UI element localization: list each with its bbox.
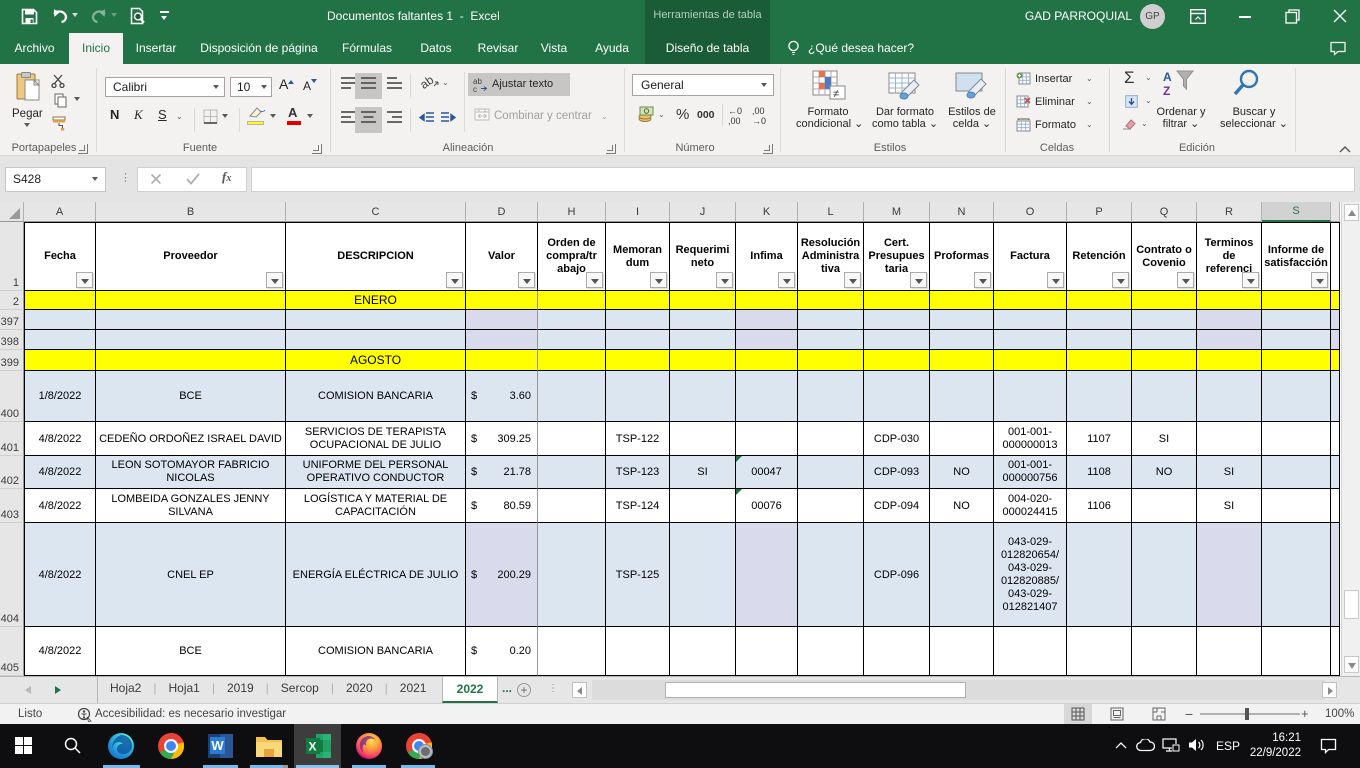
svg-text:Z: Z: [1163, 84, 1170, 98]
svg-text:c: c: [473, 85, 477, 92]
svg-text:A: A: [1163, 70, 1172, 84]
svg-text:X: X: [309, 740, 317, 754]
svg-text:≠: ≠: [833, 88, 839, 100]
svg-text:ab: ab: [420, 72, 437, 91]
